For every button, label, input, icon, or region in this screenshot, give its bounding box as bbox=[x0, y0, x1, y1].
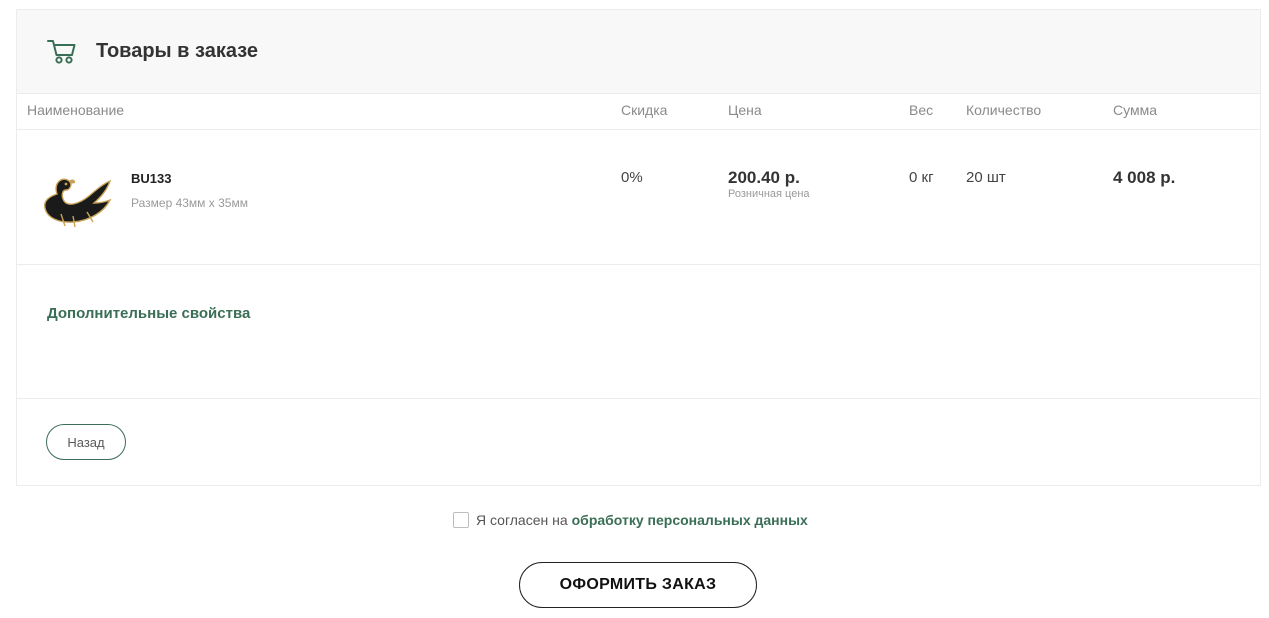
column-weight: Вес bbox=[909, 102, 934, 118]
product-thumbnail[interactable] bbox=[39, 172, 113, 232]
column-discount: Скидка bbox=[621, 102, 668, 118]
discount-value: 0% bbox=[621, 169, 643, 186]
price-value: 200.40 р. bbox=[728, 168, 800, 187]
extra-properties-title: Дополнительные свойства bbox=[47, 305, 251, 322]
product-sku-link[interactable]: BU133 bbox=[131, 171, 171, 186]
table-header: Наименование Скидка Цена Вес Количество … bbox=[17, 94, 1260, 130]
table-row: BU133 Размер 43мм x 35мм 0% 200.40 р. Ро… bbox=[17, 130, 1260, 265]
extra-properties-section: Дополнительные свойства bbox=[17, 265, 1260, 399]
price-type: Розничная цена bbox=[728, 188, 810, 200]
panel-header: Товары в заказе bbox=[17, 10, 1260, 94]
place-order-button[interactable]: ОФОРМИТЬ ЗАКАЗ bbox=[519, 562, 757, 608]
order-items-panel: Товары в заказе Наименование Скидка Цена… bbox=[16, 9, 1261, 486]
sum-value: 4 008 р. bbox=[1113, 168, 1176, 187]
personal-data-link[interactable]: обработку персональных данных bbox=[572, 512, 808, 528]
product-property: Размер 43мм x 35мм bbox=[131, 196, 248, 210]
column-price: Цена bbox=[728, 102, 762, 118]
back-button[interactable]: Назад bbox=[46, 424, 126, 460]
panel-title: Товары в заказе bbox=[96, 40, 259, 62]
column-name: Наименование bbox=[27, 102, 125, 118]
consent-checkbox[interactable] bbox=[453, 512, 469, 528]
consent-row: Я согласен на обработку персональных дан… bbox=[453, 510, 808, 530]
weight-value: 0 кг bbox=[909, 169, 934, 186]
column-sum: Сумма bbox=[1113, 102, 1157, 118]
cart-icon bbox=[47, 38, 77, 64]
column-quantity: Количество bbox=[966, 102, 1042, 118]
quantity-value: 20 шт bbox=[966, 169, 1006, 186]
consent-text: Я согласен на bbox=[476, 512, 568, 528]
